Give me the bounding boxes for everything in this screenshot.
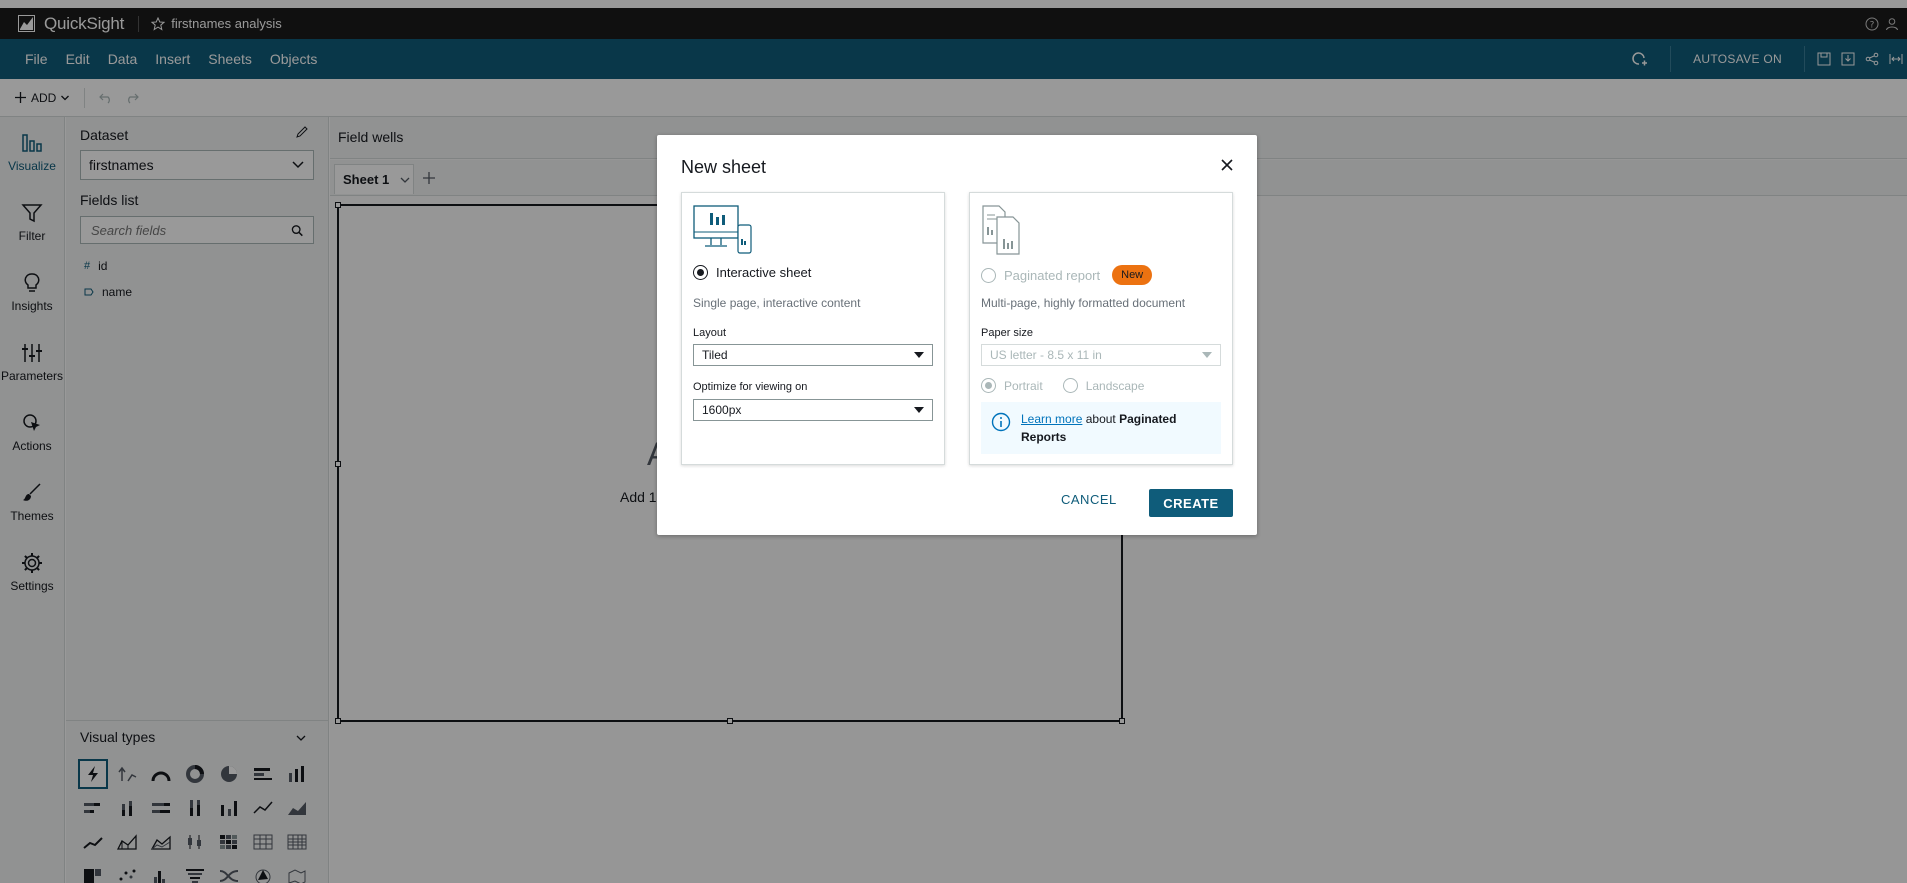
- paginated-report-label: Paginated report: [1004, 267, 1101, 283]
- interactive-sheet-icon: [693, 205, 752, 254]
- optimize-value: 1600px: [702, 403, 742, 417]
- info-alert: Learn more about Paginated Reports: [981, 402, 1221, 454]
- layout-select[interactable]: Tiled: [693, 344, 933, 366]
- layout-value: Tiled: [702, 348, 728, 362]
- info-mid: about: [1085, 412, 1116, 426]
- paper-size-value: US letter - 8.5 x 11 in: [990, 348, 1102, 362]
- interactive-sheet-label: Interactive sheet: [716, 265, 812, 280]
- landscape-radio[interactable]: [1062, 378, 1078, 393]
- optimize-select[interactable]: 1600px: [693, 399, 933, 421]
- create-button[interactable]: CREATE: [1149, 489, 1233, 517]
- paginated-report-radio[interactable]: Paginated report New: [981, 265, 1153, 285]
- optimize-label: Optimize for viewing on: [693, 381, 808, 393]
- info-icon: [991, 412, 1011, 432]
- cancel-button[interactable]: CANCEL: [1061, 492, 1117, 507]
- caret-down-icon: [1202, 352, 1212, 358]
- new-badge: New: [1112, 265, 1153, 285]
- portrait-label: Portrait: [1004, 378, 1043, 393]
- paginated-report-description: Multi-page, highly formatted document: [981, 296, 1186, 310]
- dialog-title: New sheet: [681, 157, 767, 177]
- new-sheet-dialog: New sheet Interactive sheet Single page,…: [657, 135, 1257, 535]
- interactive-sheet-radio[interactable]: Interactive sheet: [693, 265, 811, 280]
- caret-down-icon: [914, 407, 924, 413]
- close-icon[interactable]: [1219, 157, 1235, 173]
- info-text: Learn more about Paginated Reports: [1021, 410, 1211, 446]
- landscape-label: Landscape: [1085, 378, 1145, 393]
- radio-button[interactable]: [693, 265, 708, 280]
- caret-down-icon: [914, 352, 924, 358]
- interactive-sheet-description: Single page, interactive content: [693, 296, 861, 310]
- paper-size-label: Paper size: [981, 327, 1033, 339]
- interactive-sheet-card[interactable]: Interactive sheet Single page, interacti…: [681, 192, 945, 465]
- learn-more-link[interactable]: Learn more: [1021, 412, 1082, 426]
- layout-label: Layout: [693, 327, 727, 339]
- radio-button[interactable]: [981, 267, 996, 283]
- paginated-report-card[interactable]: Paginated report New Multi-page, highly …: [969, 192, 1233, 465]
- portrait-radio[interactable]: [981, 378, 996, 393]
- paginated-report-icon: [982, 205, 1020, 255]
- orientation-group: Portrait Landscape: [981, 378, 1144, 393]
- paper-size-select[interactable]: US letter - 8.5 x 11 in: [981, 344, 1221, 366]
